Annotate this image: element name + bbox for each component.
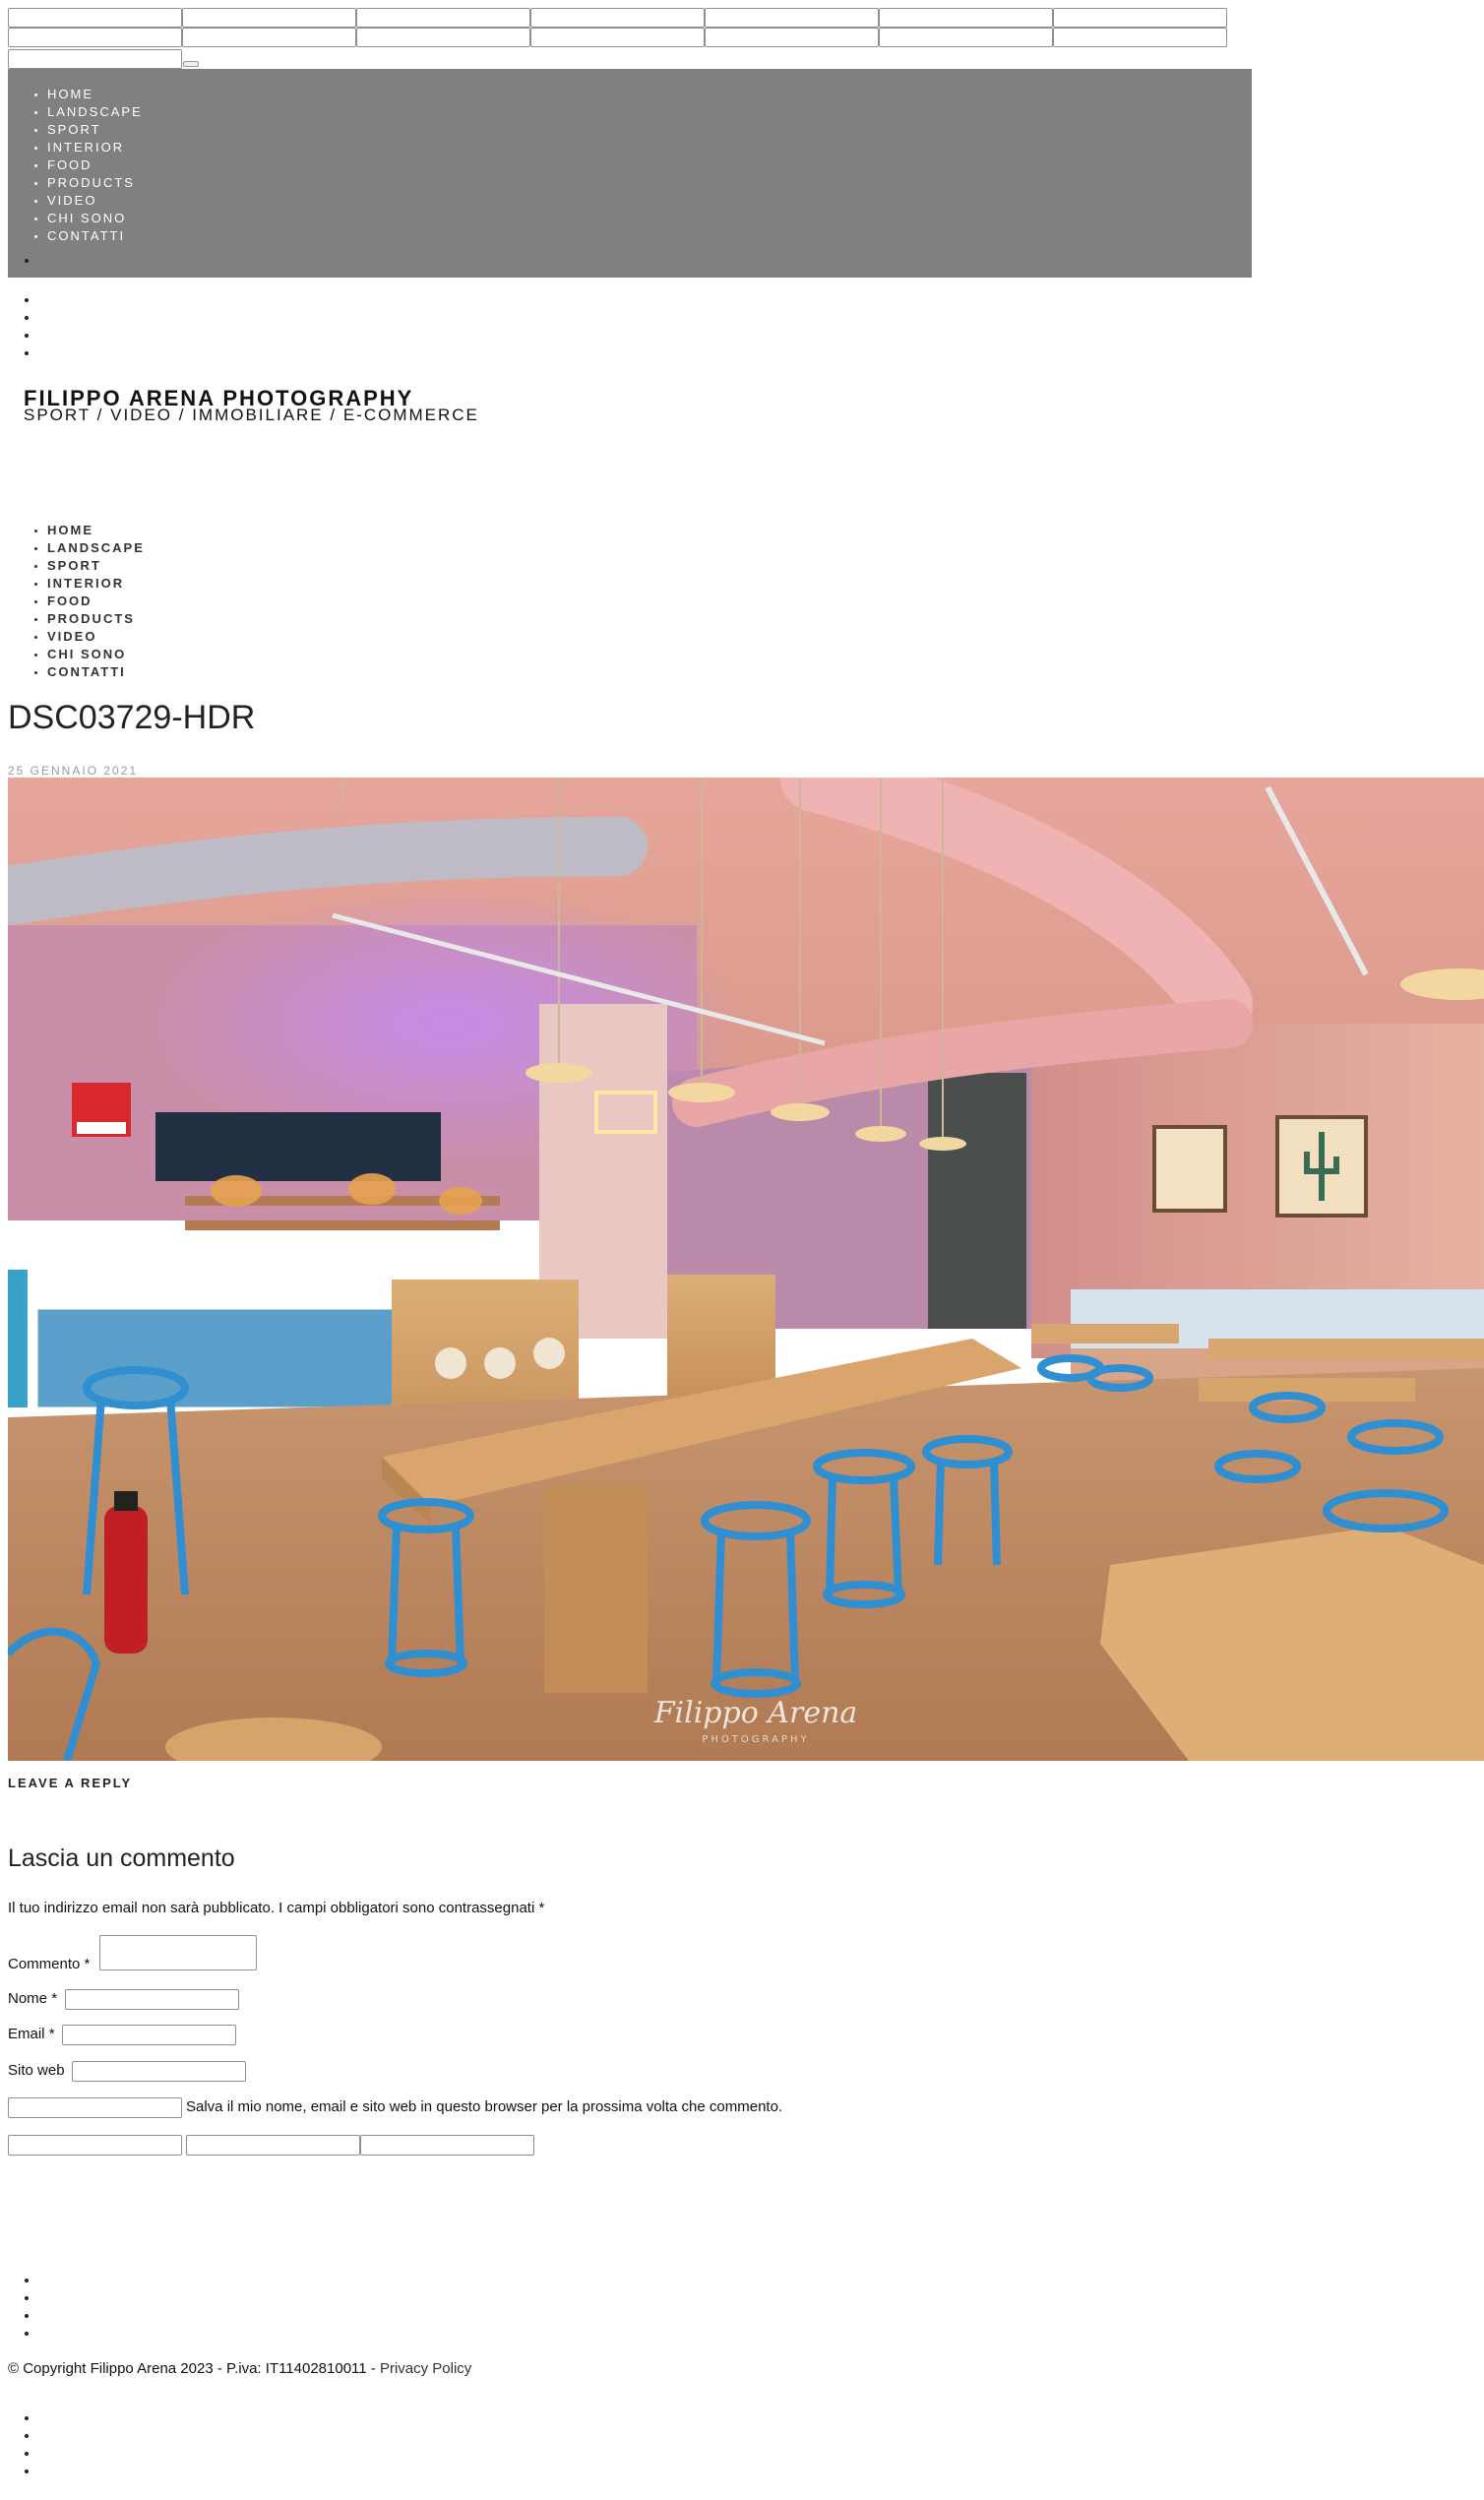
nav-item-contatti[interactable]: CONTATTI [47, 227, 143, 245]
photo-watermark-sub: PHOTOGRAPHY [702, 1734, 809, 1745]
website-label: Sito web [8, 2062, 65, 2079]
top-input[interactable] [356, 28, 530, 47]
email-field[interactable] [62, 2025, 236, 2045]
footer-copyright: © Copyright Filippo Arena 2023 - P.iva: … [8, 2360, 471, 2377]
page-title: DSC03729-HDR [8, 699, 256, 736]
nav-item-video[interactable]: VIDEO [47, 628, 145, 646]
name-label-row: Nome * [8, 1990, 57, 2007]
required-mark: * [84, 1956, 91, 1972]
nav-item-interior[interactable]: INTERIOR [47, 575, 145, 593]
nav-item-contatti[interactable]: CONTATTI [47, 663, 145, 681]
top-input[interactable] [356, 8, 530, 28]
top-input[interactable] [879, 28, 1053, 47]
top-input[interactable] [8, 8, 182, 28]
nav-item-food[interactable]: FOOD [47, 593, 145, 610]
email-label: Email [8, 2026, 45, 2042]
website-field[interactable] [72, 2061, 246, 2082]
post-date[interactable]: 25 GENNAIO 2021 [8, 764, 138, 778]
comment-textarea[interactable] [99, 1935, 257, 1970]
top-input[interactable] [705, 8, 879, 28]
cookies-consent-checkbox[interactable] [8, 2097, 182, 2118]
nav-panel-social-list [8, 252, 39, 270]
mobile-nav-panel: HOME LANDSCAPE SPORT INTERIOR FOOD PRODU… [8, 69, 1252, 278]
nav-item-video[interactable]: VIDEO [47, 192, 143, 210]
top-input[interactable] [879, 8, 1053, 28]
search-button[interactable] [183, 61, 199, 67]
required-mark: * [538, 1900, 545, 1916]
footer-social-list [8, 2272, 39, 2343]
website-label-row: Sito web [8, 2062, 65, 2079]
top-input[interactable] [182, 28, 356, 47]
top-input[interactable] [530, 28, 705, 47]
comment-label: Commento [8, 1956, 81, 1972]
nav-item-home[interactable]: HOME [47, 86, 143, 103]
mobile-nav-menu: HOME LANDSCAPE SPORT INTERIOR FOOD PRODU… [8, 86, 143, 245]
leave-reply-link[interactable]: LEAVE A REPLY [8, 1776, 132, 1790]
comment-notes-text: Il tuo indirizzo email non sarà pubblica… [8, 1900, 535, 1916]
cookies-consent-label: Salva il mio nome, email e sito web in q… [186, 2098, 783, 2115]
top-input[interactable] [530, 8, 705, 28]
required-mark: * [51, 1990, 58, 2007]
nav-item-landscape[interactable]: LANDSCAPE [47, 103, 143, 121]
nav-item-food[interactable]: FOOD [47, 156, 143, 174]
search-input[interactable] [8, 49, 182, 69]
name-field[interactable] [65, 1989, 239, 2010]
top-input[interactable] [705, 28, 879, 47]
top-input[interactable] [8, 28, 182, 47]
nav-item-chi-sono[interactable]: CHI SONO [47, 646, 145, 663]
privacy-policy-link[interactable]: Privacy Policy [380, 2360, 471, 2377]
logo-subtitle: SPORT / VIDEO / IMMOBILIARE / E-COMMERCE [24, 406, 479, 424]
name-label: Nome [8, 1990, 48, 2007]
top-input[interactable] [1053, 8, 1227, 28]
nav-item-sport[interactable]: SPORT [47, 121, 143, 139]
footer-bottom-social-list [8, 2409, 39, 2480]
email-label-row: Email * [8, 2026, 55, 2042]
nav-item-products[interactable]: PRODUCTS [47, 610, 145, 628]
nav-item-products[interactable]: PRODUCTS [47, 174, 143, 192]
submit-button[interactable] [360, 2135, 534, 2156]
nav-item-interior[interactable]: INTERIOR [47, 139, 143, 156]
post-photo[interactable]: Filippo Arena PHOTOGRAPHY [8, 778, 1484, 1761]
form-control[interactable] [8, 2135, 182, 2156]
form-control[interactable] [186, 2135, 360, 2156]
interior-photo-illustration: Filippo Arena PHOTOGRAPHY [8, 778, 1484, 1761]
copyright-text: © Copyright Filippo Arena 2023 - P.iva: … [8, 2360, 380, 2377]
photo-watermark: Filippo Arena [653, 1696, 858, 1730]
nav-item-chi-sono[interactable]: CHI SONO [47, 210, 143, 227]
main-nav-menu: HOME LANDSCAPE SPORT INTERIOR FOOD PRODU… [8, 522, 145, 681]
required-mark: * [48, 2026, 55, 2042]
header-social-list [8, 291, 39, 362]
nav-item-sport[interactable]: SPORT [47, 557, 145, 575]
comment-notes: Il tuo indirizzo email non sarà pubblica… [8, 1900, 544, 1916]
nav-item-home[interactable]: HOME [47, 522, 145, 539]
nav-item-landscape[interactable]: LANDSCAPE [47, 539, 145, 557]
comment-form-title: Lascia un commento [8, 1844, 235, 1872]
top-input[interactable] [1053, 28, 1227, 47]
top-input[interactable] [182, 8, 356, 28]
comment-label-row: Commento * [8, 1956, 90, 1972]
